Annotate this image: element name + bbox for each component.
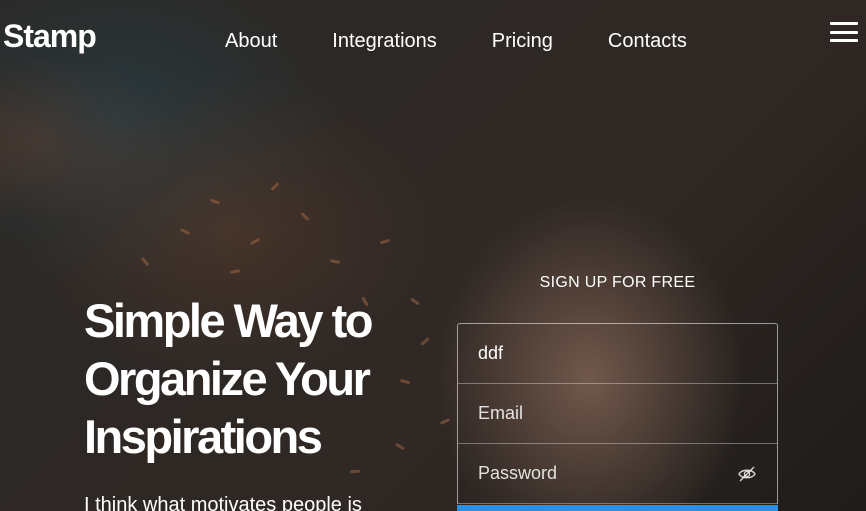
nav-integrations[interactable]: Integrations	[332, 30, 437, 53]
hamburger-bar	[830, 22, 858, 25]
password-field-row	[458, 444, 777, 504]
hamburger-bar	[830, 39, 858, 42]
hero-headline: Simple Way to Organize Your Inspirations	[84, 294, 373, 463]
hamburger-menu-icon[interactable]	[830, 22, 858, 42]
hero-lead-text: I think what motivates people is	[84, 494, 362, 511]
name-field-row	[458, 324, 777, 384]
logo[interactable]: Stamp	[3, 18, 97, 55]
nav-contacts[interactable]: Contacts	[608, 30, 687, 53]
signup-submit-button[interactable]	[457, 505, 778, 511]
signup-form	[457, 323, 778, 504]
main-nav: About Integrations Pricing Contacts	[225, 30, 742, 53]
email-field[interactable]	[458, 384, 777, 443]
eye-slash-icon[interactable]	[737, 465, 757, 483]
password-field[interactable]	[458, 444, 777, 503]
nav-pricing[interactable]: Pricing	[492, 30, 553, 53]
nav-about[interactable]: About	[225, 30, 277, 53]
page: Stamp About Integrations Pricing Contact…	[0, 0, 866, 511]
hamburger-bar	[830, 30, 858, 34]
signup-title: SIGN UP FOR FREE	[539, 274, 696, 291]
name-field[interactable]	[458, 324, 777, 383]
email-field-row	[458, 384, 777, 444]
site-header: Stamp About Integrations Pricing Contact…	[0, 0, 866, 80]
